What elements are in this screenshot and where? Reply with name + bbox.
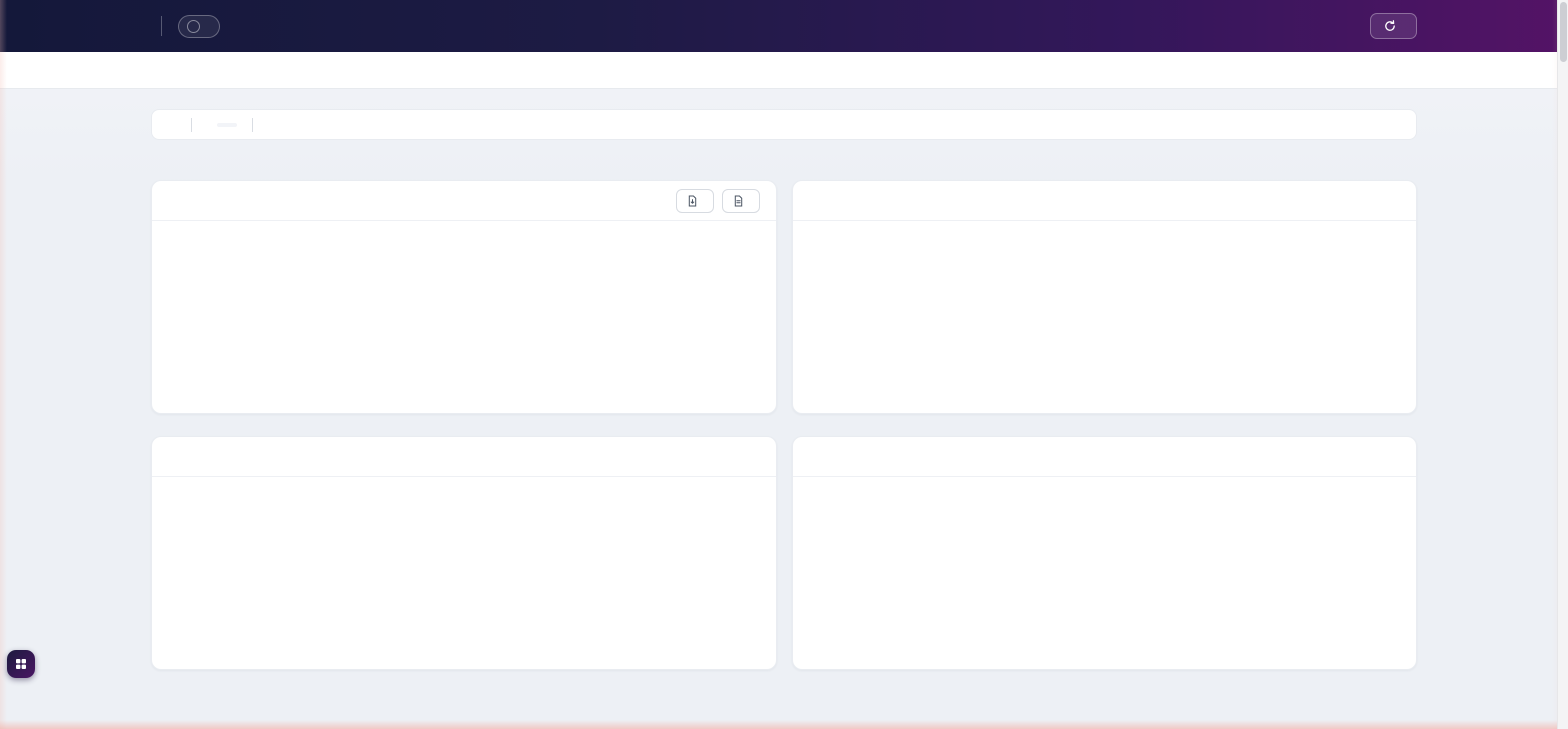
file-download-icon: [688, 194, 696, 207]
donut-segment-ready[interactable]: [995, 317, 1025, 322]
donut-segment-completed[interactable]: [355, 317, 385, 322]
scrollbar: [1557, 0, 1568, 729]
divider: [191, 117, 192, 132]
file-types-chart: [152, 477, 776, 669]
panel-document-size-distribution: [791, 436, 1417, 670]
panel-processing-batch-health: [151, 180, 777, 414]
batch-health-chart: [152, 221, 776, 413]
size-distribution-chart: [793, 477, 1417, 669]
legend-dot: [489, 310, 500, 321]
header-divider: [161, 16, 162, 36]
reporting-page: [0, 0, 1568, 729]
panel-top-file-types: [151, 436, 777, 670]
refresh-button[interactable]: [1370, 13, 1417, 39]
panel-document-status: [791, 180, 1417, 414]
case-info-bar: [151, 109, 1417, 140]
csv-export-button[interactable]: [675, 188, 714, 213]
legend-dot: [1131, 310, 1142, 321]
chevron-left-icon: [187, 19, 200, 33]
status-badge: [217, 122, 237, 127]
file-text-icon: [734, 194, 742, 207]
app-header: [0, 0, 1568, 52]
legend-item-ready[interactable]: [1131, 310, 1159, 321]
grid-icon: [16, 659, 26, 669]
scrollbar-thumb[interactable]: [1560, 2, 1567, 62]
floating-apps-button[interactable]: [7, 650, 35, 678]
pdf-export-button[interactable]: [721, 188, 760, 213]
tab-bar: [0, 52, 1568, 89]
document-status-chart: [793, 221, 1417, 413]
divider: [252, 117, 253, 132]
refresh-icon: [1385, 20, 1395, 31]
back-button[interactable]: [178, 14, 220, 38]
legend-item-completed[interactable]: [489, 310, 517, 321]
